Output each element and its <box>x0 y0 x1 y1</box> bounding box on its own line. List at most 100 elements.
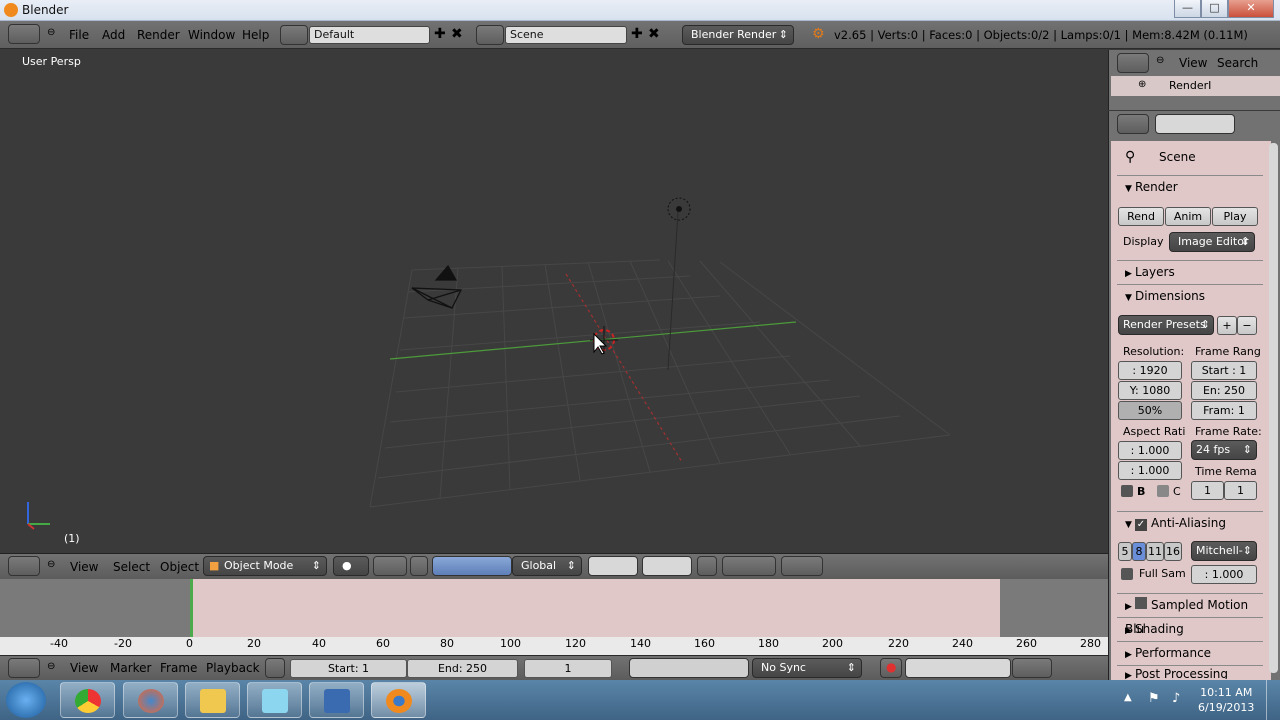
display-select[interactable]: Image Editor ⇕ <box>1169 232 1255 252</box>
taskbar-blender[interactable] <box>371 682 426 718</box>
volume-icon[interactable]: ♪ <box>1172 691 1180 706</box>
resolution-percent-field[interactable]: 50% <box>1118 401 1182 420</box>
keyframe-insert-icons[interactable] <box>1012 658 1052 678</box>
menu-help[interactable]: Help <box>242 28 269 42</box>
aspect-y-field[interactable]: : 1.000 <box>1118 461 1182 480</box>
add-scene-icon[interactable]: ✚ <box>631 26 643 42</box>
current-frame-marker[interactable] <box>190 579 193 637</box>
transform-manipulators[interactable] <box>432 556 512 576</box>
end-frame-field[interactable]: End: 250 <box>407 659 518 678</box>
resolution-x-field[interactable]: : 1920 <box>1118 361 1182 380</box>
show-desktop-button[interactable] <box>1266 680 1280 720</box>
timeline-frame-menu[interactable]: Frame <box>160 661 197 675</box>
start-frame-field[interactable]: Start: 1 <box>290 659 407 678</box>
scene-layers-2[interactable] <box>642 556 692 576</box>
keying-set-field[interactable] <box>905 658 1011 678</box>
timeline-view-menu[interactable]: View <box>70 661 98 675</box>
select-menu[interactable]: Select <box>113 560 150 574</box>
taskbar-notes[interactable] <box>247 682 302 718</box>
playback-controls[interactable] <box>629 658 749 678</box>
lock-layers-icon[interactable] <box>697 556 717 576</box>
time-remap-old-field[interactable]: 1 <box>1191 481 1224 500</box>
camera-icon[interactable] <box>411 264 463 309</box>
start-button[interactable] <box>6 682 46 718</box>
orientation-select[interactable]: Global ⇕ <box>512 556 582 576</box>
outliner-row[interactable]: ⊕ RenderI <box>1111 76 1280 96</box>
menu-file[interactable]: File <box>69 28 89 42</box>
render-button[interactable]: Rend <box>1118 207 1164 226</box>
aa-samples-5[interactable]: 5 <box>1118 542 1132 561</box>
collapse-menu-icon[interactable]: ⊖ <box>47 661 55 672</box>
taskbar-chrome[interactable] <box>60 682 115 718</box>
timeline-marker-menu[interactable]: Marker <box>110 661 151 675</box>
layout-field[interactable]: Default <box>309 26 430 44</box>
scene-icon[interactable] <box>476 25 504 45</box>
view-menu[interactable]: View <box>70 560 98 574</box>
taskbar-explorer[interactable] <box>185 682 240 718</box>
collapse-menu-icon[interactable]: ⊖ <box>1156 55 1164 66</box>
crop-checkbox[interactable] <box>1157 485 1169 497</box>
aa-checkbox[interactable]: ✓ <box>1135 519 1147 531</box>
screen-layout-icon[interactable] <box>280 25 308 45</box>
outliner-view-menu[interactable]: View <box>1179 56 1207 70</box>
motion-blur-panel-header[interactable]: ▶ Sampled Motion Blu <box>1117 593 1263 636</box>
expand-icon[interactable]: ⊕ <box>1138 79 1146 90</box>
add-preset-icon[interactable]: + <box>1217 316 1237 335</box>
system-clock[interactable]: 10:11 AM 6/19/2013 <box>1198 685 1254 715</box>
frame-step-field[interactable]: Fram: 1 <box>1191 401 1257 420</box>
shading-select[interactable]: ● <box>333 556 369 576</box>
aspect-x-field[interactable]: : 1.000 <box>1118 441 1182 460</box>
object-menu[interactable]: Object <box>160 560 199 574</box>
remove-scene-icon[interactable]: ✖ <box>648 26 660 42</box>
aa-samples-16[interactable]: 16 <box>1164 542 1182 561</box>
maximize-button[interactable]: □ <box>1201 0 1228 18</box>
mode-select[interactable]: ■ Object Mode ⇕ <box>203 556 327 576</box>
collapse-menu-icon[interactable]: ⊖ <box>47 559 55 570</box>
aa-samples-8[interactable]: 8 <box>1132 542 1146 561</box>
scene-field[interactable]: Scene <box>505 26 627 44</box>
resolution-y-field[interactable]: Y: 1080 <box>1118 381 1182 400</box>
pivot-select[interactable] <box>373 556 407 576</box>
editor-type-outliner-icon[interactable] <box>1117 53 1149 73</box>
render-panel-header[interactable]: ▼ Render <box>1117 175 1263 197</box>
3d-viewport[interactable]: User Persp (1) <box>0 50 1108 553</box>
snap-controls[interactable] <box>722 556 776 576</box>
action-center-icon[interactable]: ⚑ <box>1148 691 1160 706</box>
play-button[interactable]: Play <box>1212 207 1258 226</box>
post-processing-panel-header[interactable]: ▶ Post Processing <box>1117 665 1263 679</box>
border-checkbox[interactable] <box>1121 485 1133 497</box>
editor-type-info-icon[interactable] <box>8 24 40 44</box>
manipulator-toggle[interactable] <box>410 556 428 576</box>
frame-start-field[interactable]: Start : 1 <box>1191 361 1257 380</box>
motion-blur-checkbox[interactable] <box>1135 597 1147 609</box>
performance-panel-header[interactable]: ▶ Performance <box>1117 641 1263 663</box>
collapse-menu-icon[interactable]: ⊖ <box>47 27 55 38</box>
render-presets-select[interactable]: Render Presets ⇕ <box>1118 315 1214 335</box>
dimensions-panel-header[interactable]: ▼ Dimensions <box>1117 284 1263 306</box>
render-opengl-icons[interactable] <box>781 556 823 576</box>
record-icon[interactable]: ● <box>880 658 902 678</box>
aa-filter-select[interactable]: Mitchell- ⇕ <box>1191 541 1257 561</box>
taskbar-firefox[interactable] <box>123 682 178 718</box>
timeline-playback-menu[interactable]: Playback <box>206 661 260 675</box>
menu-add[interactable]: Add <box>102 28 125 42</box>
menu-window[interactable]: Window <box>188 28 235 42</box>
properties-scrollbar[interactable] <box>1269 143 1278 673</box>
preview-range-icon[interactable] <box>265 658 285 678</box>
menu-render[interactable]: Render <box>137 28 180 42</box>
frame-rate-select[interactable]: 24 fps ⇕ <box>1191 440 1257 460</box>
time-remap-new-field[interactable]: 1 <box>1224 481 1257 500</box>
editor-type-properties-icon[interactable] <box>1117 114 1149 134</box>
close-button[interactable]: ✕ <box>1228 0 1274 18</box>
layers-panel-header[interactable]: ▶ Layers <box>1117 260 1263 282</box>
remove-layout-icon[interactable]: ✖ <box>451 26 463 42</box>
anti-aliasing-panel-header[interactable]: ▼ ✓ Anti-Aliasing <box>1117 511 1263 533</box>
editor-type-3dview-icon[interactable] <box>8 556 40 576</box>
minimize-button[interactable]: — <box>1174 0 1201 18</box>
scene-layers-1[interactable] <box>588 556 638 576</box>
sync-select[interactable]: No Sync ⇕ <box>752 658 862 678</box>
render-engine-select[interactable]: Blender Render ⇕ <box>682 25 794 45</box>
frame-end-field[interactable]: En: 250 <box>1191 381 1257 400</box>
show-hidden-icons[interactable]: ▲ <box>1124 692 1132 703</box>
timeline-scrollbar[interactable] <box>0 637 1108 657</box>
